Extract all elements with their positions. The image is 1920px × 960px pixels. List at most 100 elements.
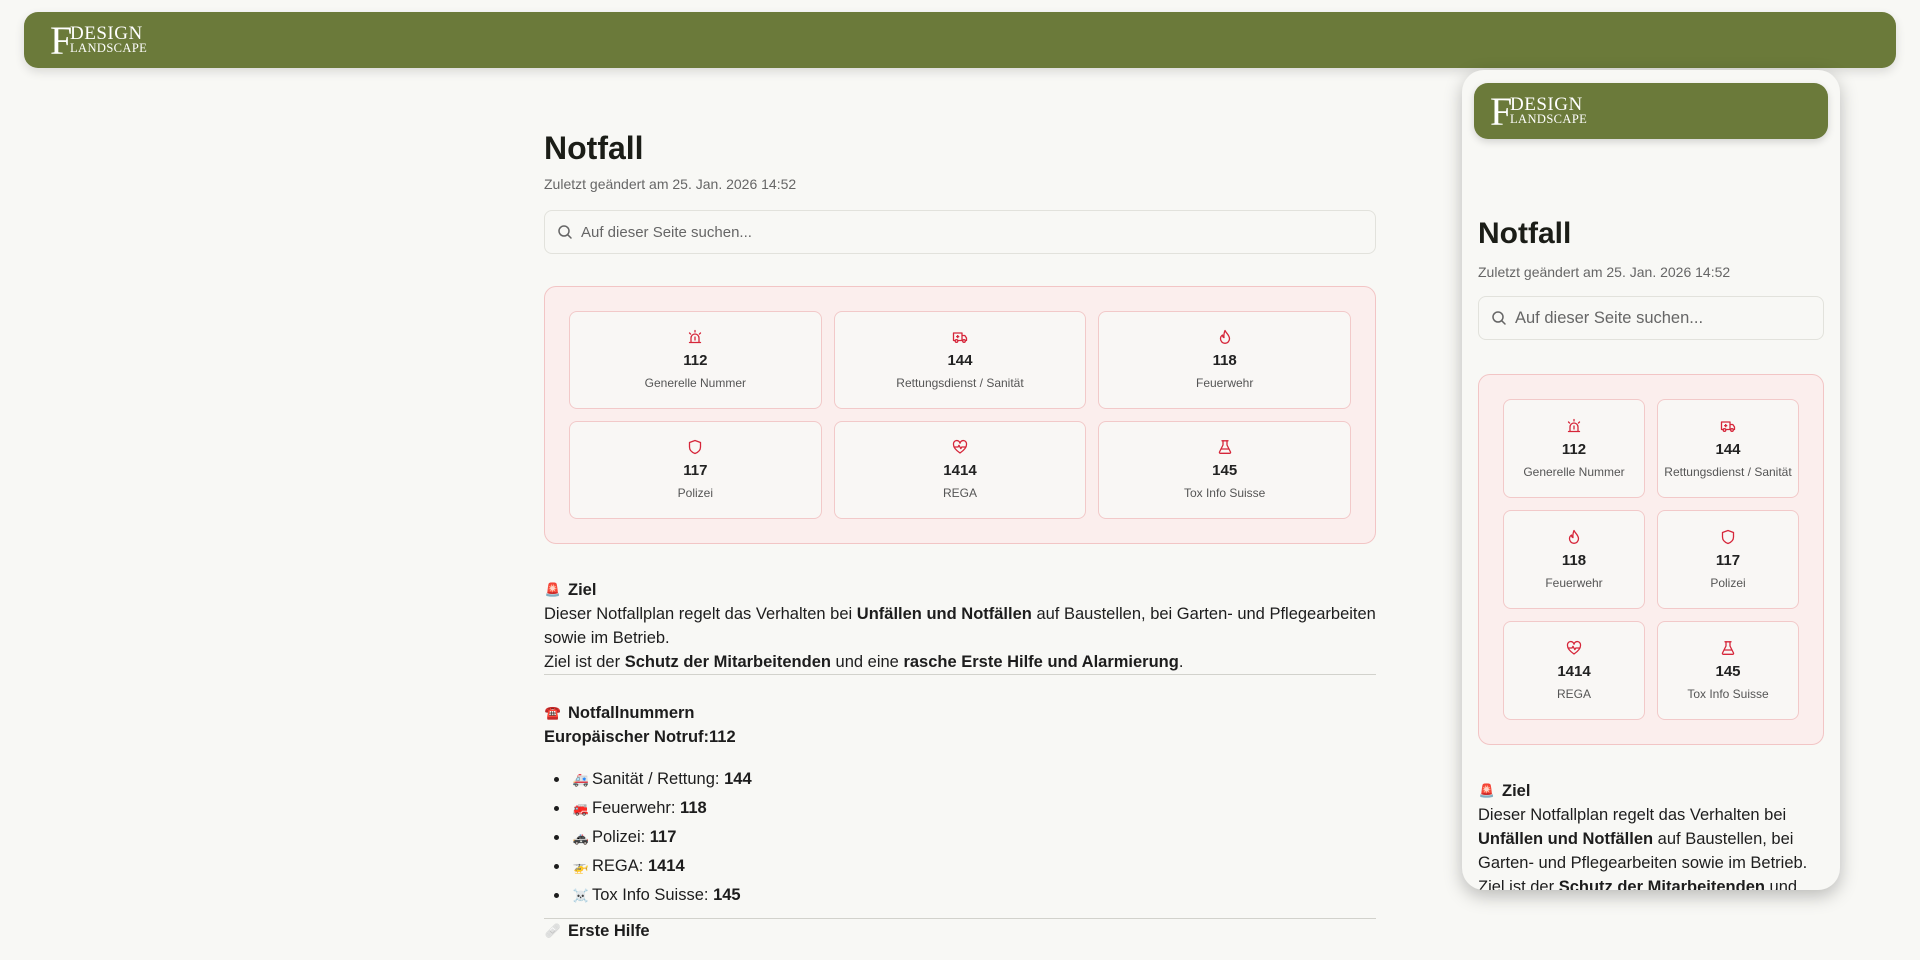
emergency-label: REGA bbox=[1556, 686, 1591, 701]
list-item: 🚑Sanität / Rettung: 144 bbox=[570, 765, 1376, 794]
emergency-card-144[interactable]: 144 Rettungsdienst / Sanität bbox=[1657, 399, 1799, 498]
section-heading-notfallnummern: ☎️ Notfallnummern bbox=[544, 701, 1376, 725]
emergency-number: 145 bbox=[1212, 462, 1238, 479]
divider bbox=[544, 674, 1376, 675]
ambulance-icon bbox=[952, 332, 968, 343]
emergency-number-list: 🚑Sanität / Rettung: 144 🚒Feuerwehr: 118 … bbox=[544, 765, 1376, 910]
emergency-label: Generelle Nummer bbox=[1523, 464, 1625, 479]
search-icon bbox=[558, 225, 572, 239]
emergency-label: Polizei bbox=[1710, 575, 1746, 590]
logo-line-2: LANDSCAPE bbox=[70, 41, 148, 55]
emergency-number: 1414 bbox=[1557, 662, 1591, 680]
emergency-number-grid: 112 Generelle Nummer 144 Rettungsdienst … bbox=[1478, 374, 1824, 745]
list-item: 🚁REGA: 1414 bbox=[570, 852, 1376, 881]
emergency-number: 112 bbox=[1561, 440, 1587, 458]
emergency-label: Tox Info Suisse bbox=[1687, 686, 1769, 701]
emergency-number: 117 bbox=[683, 462, 708, 479]
emergency-card-145[interactable]: 145 Tox Info Suisse bbox=[1657, 621, 1799, 720]
ziel-paragraph-2: Ziel ist der Schutz der Mitarbeitenden u… bbox=[1478, 878, 1798, 890]
emergency-label: Rettungsdienst / Sanität bbox=[896, 376, 1024, 390]
emergency-label: REGA bbox=[942, 486, 977, 500]
siren-icon bbox=[689, 329, 702, 344]
emergency-label: Feuerwehr bbox=[1195, 376, 1254, 390]
emergency-card-117[interactable]: 117 Polizei bbox=[1657, 510, 1799, 609]
ambulance-icon bbox=[1720, 420, 1736, 432]
main-content: Notfall Zuletzt geändert am 25. Jan. 202… bbox=[544, 128, 1376, 943]
section-heading-ziel: 🚨 Ziel bbox=[544, 578, 1376, 602]
last-modified: Zuletzt geändert am 25. Jan. 2026 14:52 bbox=[544, 176, 797, 192]
emergency-card-145[interactable]: 145 Tox Info Suisse bbox=[1098, 421, 1351, 519]
euro-emergency-line: Europäischer Notruf:112 bbox=[544, 728, 736, 746]
emergency-number: 1414 bbox=[943, 462, 977, 479]
siren-emoji-icon: 🚨 bbox=[544, 582, 562, 597]
flame-icon bbox=[1219, 329, 1230, 344]
search-icon bbox=[1492, 311, 1506, 325]
helicopter-emoji-icon: 🚁 bbox=[572, 859, 590, 874]
heart-pulse-icon bbox=[1566, 640, 1582, 655]
skull-emoji-icon: ☠️ bbox=[572, 888, 590, 903]
ziel-paragraph-2: Ziel ist der Schutz der Mitarbeitenden u… bbox=[544, 653, 1184, 671]
emergency-card-144[interactable]: 144 Rettungsdienst / Sanität bbox=[833, 311, 1087, 409]
logo-mark: F bbox=[50, 18, 73, 63]
police-car-emoji-icon: 🚓 bbox=[572, 830, 590, 845]
emergency-number: 118 bbox=[1561, 551, 1587, 569]
emergency-number-grid: 112 Generelle Nummer 144 Rettungsdienst … bbox=[544, 286, 1376, 544]
bandage-emoji-icon: 🩹 bbox=[544, 923, 562, 938]
section-heading-text: Ziel bbox=[568, 581, 597, 599]
emergency-label: Polizei bbox=[677, 486, 713, 500]
section-heading-erste-hilfe: 🩹 Erste Hilfe bbox=[544, 919, 1376, 943]
ziel-paragraph-1: Dieser Notfallplan regelt das Verhalten … bbox=[544, 605, 1376, 647]
telephone-emoji-icon: ☎️ bbox=[544, 705, 562, 720]
ziel-paragraph-1: Dieser Notfallplan regelt das Verhalten … bbox=[1478, 806, 1808, 872]
emergency-card-118[interactable]: 118 Feuerwehr bbox=[1098, 311, 1351, 409]
flame-icon bbox=[1568, 529, 1580, 544]
brand-logo[interactable]: F DESIGN LANDSCAPE bbox=[1490, 89, 1600, 134]
page-title: Notfall bbox=[1478, 217, 1572, 250]
list-item: 🚓Polizei: 117 bbox=[570, 823, 1376, 852]
mobile-main-content: Notfall Zuletzt geändert am 25. Jan. 202… bbox=[1478, 216, 1824, 890]
logo-mark: F bbox=[1490, 89, 1513, 134]
emergency-number: 144 bbox=[1715, 440, 1741, 458]
search-input[interactable] bbox=[581, 211, 1375, 253]
heart-pulse-icon bbox=[952, 439, 968, 454]
siren-emoji-icon: 🚨 bbox=[1478, 783, 1496, 798]
last-modified: Zuletzt geändert am 25. Jan. 2026 14:52 bbox=[1478, 264, 1731, 280]
logo-line-2: LANDSCAPE bbox=[1510, 112, 1588, 126]
page-title: Notfall bbox=[544, 130, 644, 166]
mobile-preview: F DESIGN LANDSCAPE Notfall Zuletzt geänd… bbox=[1462, 70, 1840, 890]
section-heading-ziel: 🚨 Ziel bbox=[1478, 779, 1824, 803]
emergency-card-1414[interactable]: 1414 REGA bbox=[833, 421, 1087, 519]
emergency-label: Generelle Nummer bbox=[644, 376, 747, 390]
page-search[interactable] bbox=[1478, 296, 1824, 340]
emergency-number: 144 bbox=[947, 352, 973, 369]
flask-icon bbox=[1721, 640, 1735, 655]
emergency-number: 117 bbox=[1715, 551, 1741, 569]
page-search[interactable] bbox=[544, 210, 1376, 254]
mobile-navbar: F DESIGN LANDSCAPE bbox=[1474, 83, 1828, 139]
list-item: ☠️Tox Info Suisse: 145 bbox=[570, 881, 1376, 910]
emergency-label: Rettungsdienst / Sanität bbox=[1664, 464, 1792, 479]
brand-logo[interactable]: F DESIGN LANDSCAPE bbox=[50, 18, 160, 63]
emergency-number: 145 bbox=[1715, 662, 1741, 680]
list-item: 🚒Feuerwehr: 118 bbox=[570, 794, 1376, 823]
article-content: 🚨 Ziel Dieser Notfallplan regelt das Ver… bbox=[1478, 779, 1824, 890]
section-heading-text: Ziel bbox=[1502, 782, 1531, 800]
top-navbar: F DESIGN LANDSCAPE bbox=[24, 12, 1896, 68]
emergency-label: Tox Info Suisse bbox=[1183, 486, 1266, 500]
article-content: 🚨 Ziel Dieser Notfallplan regelt das Ver… bbox=[544, 578, 1376, 943]
emergency-card-112[interactable]: 112 Generelle Nummer bbox=[569, 311, 822, 409]
emergency-number: 112 bbox=[683, 352, 708, 369]
emergency-card-118[interactable]: 118 Feuerwehr bbox=[1503, 510, 1645, 609]
fire-engine-emoji-icon: 🚒 bbox=[572, 801, 590, 816]
emergency-card-1414[interactable]: 1414 REGA bbox=[1503, 621, 1645, 720]
search-input[interactable] bbox=[1515, 297, 1823, 339]
ambulance-emoji-icon: 🚑 bbox=[572, 772, 590, 787]
siren-icon bbox=[1567, 418, 1581, 432]
emergency-card-117[interactable]: 117 Polizei bbox=[569, 421, 822, 519]
shield-icon bbox=[1721, 529, 1735, 544]
emergency-number: 118 bbox=[1212, 352, 1237, 369]
section-heading-text: Notfallnummern bbox=[568, 704, 695, 722]
flask-icon bbox=[1218, 440, 1231, 454]
section-heading-text: Erste Hilfe bbox=[568, 922, 650, 940]
emergency-card-112[interactable]: 112 Generelle Nummer bbox=[1503, 399, 1645, 498]
